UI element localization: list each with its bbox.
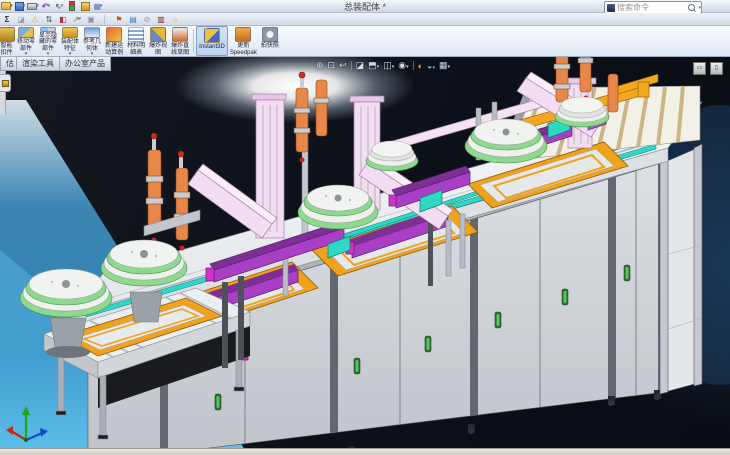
search-scope-icon[interactable] — [607, 4, 615, 12]
solidworks-window: 总装配体 * ▾ ▾ ▾ ↶▾ ⇖▾ ▦▾ 搜索命令 ▾ Σ ◪ ⚠ ⇅ ◧ ↗… — [0, 0, 730, 455]
quick-access-toolbar: ▾ ▾ ▾ ↶▾ ⇖▾ ▦▾ — [0, 1, 104, 12]
save-icon[interactable]: ▾ — [14, 1, 26, 12]
apply-scene-icon[interactable]: ◒▾ — [427, 61, 435, 71]
explode-line-sketch-icon — [172, 27, 188, 42]
search-magnifier-icon[interactable] — [688, 4, 695, 11]
status-bar — [0, 448, 730, 455]
graphics-viewport[interactable]: 估 渲染工具 办公室产品 ⊕ ⊡ ↩ ◪ ⬒▾ ◫▾ ◉▾ ◐ ◒▾ ▦▾ ▭ … — [0, 57, 730, 455]
ribbon-button-bill-of-materials[interactable]: 材料明 细表▾ — [125, 26, 147, 56]
ribbon-button-explode-line-sketch[interactable]: 爆炸直 线草图▾ — [169, 26, 191, 56]
ribbon-button-assembly-features[interactable]: 装配体 特征▾ — [59, 26, 81, 56]
export-share-icon[interactable]: ↗▾ — [71, 14, 83, 25]
zoom-to-fit-icon[interactable]: ⊕ — [316, 60, 324, 71]
instant3d-icon — [204, 28, 220, 43]
search-dropdown-arrow[interactable]: ▾ — [698, 5, 701, 11]
ribbon-button-reference-geometry[interactable]: 参考几 何体▾ — [81, 26, 103, 56]
screen-capture-icon[interactable]: ▣ — [85, 14, 97, 25]
ribbon-button-instant3d[interactable]: Instant3D▾ — [196, 26, 228, 56]
take-snapshot-icon — [262, 27, 278, 42]
ribbon-button-new-motion-study[interactable]: 新建运 动算例▾ — [103, 26, 125, 56]
yellow-bracket — [638, 82, 649, 97]
command-manager-tabs: 估 渲染工具 办公室产品 — [0, 57, 110, 71]
exploded-view-icon — [150, 27, 166, 42]
zoom-to-area-icon[interactable]: ⊡ — [328, 60, 336, 71]
tab-office-products[interactable]: 办公室产品 — [59, 57, 111, 71]
section-view-icon[interactable]: ◪ — [356, 60, 365, 71]
ribbon-button-exploded-view[interactable]: 爆炸视 图▾ — [147, 26, 169, 56]
3d-assembly-scene[interactable] — [0, 57, 730, 455]
new-motion-study-icon — [106, 27, 122, 42]
measure-icon[interactable]: ◪ — [15, 14, 27, 25]
interference-detection-icon[interactable]: ⚠ — [29, 14, 41, 25]
open-document-icon[interactable]: ▾ — [1, 1, 13, 12]
toolbar-separator: │ — [99, 14, 111, 25]
search-placeholder: 搜索命令 — [617, 2, 688, 13]
tab-render-tools[interactable]: 渲染工具 — [16, 57, 60, 71]
bowl-feeder-b-white — [366, 141, 418, 171]
tools-toolbar: Σ ◪ ⚠ ⇅ ◧ ↗▾ ▣ │ ⚑ ▤ ⊘ ▥ ☼ — [0, 13, 730, 26]
viewport-pane-buttons: ▭ ▯ — [693, 62, 723, 75]
tab-evaluate[interactable]: 估 — [0, 57, 17, 71]
edit-appearance-icon[interactable]: ◐ — [418, 61, 423, 71]
view-settings-icon[interactable]: ▦▾ — [439, 60, 450, 71]
restore-pane-button[interactable]: ▭ — [693, 62, 706, 75]
ribbon-button-move-component[interactable]: 移动零 部件▾ — [15, 26, 37, 56]
mass-properties-icon[interactable]: ⇅ — [43, 14, 55, 25]
title-bar: 总装配体 * ▾ ▾ ▾ ↶▾ ⇖▾ ▦▾ 搜索命令 ▾ — [0, 0, 730, 13]
equations-icon[interactable]: Σ — [1, 14, 13, 25]
photoview-icon[interactable]: ▤ — [127, 14, 139, 25]
ribbon-button-take-snapshot[interactable]: 拍快照▾ — [259, 26, 281, 56]
ribbon-button-smart-fasteners[interactable]: 智能 扣件▾ — [0, 26, 15, 56]
undo-icon[interactable]: ↶▾ — [40, 1, 52, 12]
select-cursor-icon[interactable]: ⇖▾ — [53, 1, 65, 12]
motion-manager-icon[interactable]: ⚑ — [113, 14, 125, 25]
update-speedpak-icon — [235, 27, 251, 42]
appearance-layers-icon[interactable]: ▥ — [155, 14, 167, 25]
previous-view-icon[interactable]: ↩ — [339, 60, 347, 71]
assembly-features-icon — [62, 27, 78, 38]
file-properties-icon[interactable] — [79, 1, 91, 12]
expand-pane-button[interactable]: ▯ — [710, 62, 723, 75]
move-component-icon — [18, 27, 34, 38]
ribbon-button-update-speedpak[interactable]: 更新 Speedpak▾ — [228, 26, 259, 56]
command-manager-ribbon: 智能 扣件▾ 移动零 部件▾ 显示隐 藏的零 部件▾ 装配体 特征▾ 参考几 何… — [0, 26, 730, 57]
show-hidden-components-icon — [40, 27, 56, 32]
smart-fasteners-icon — [0, 27, 15, 42]
reference-geometry-icon — [84, 27, 100, 38]
station-a-cylinders — [144, 133, 200, 251]
rebuild-icon[interactable] — [66, 1, 78, 12]
feature-manager-tab[interactable] — [0, 74, 11, 92]
view-orientation-icon[interactable]: ⬒▾ — [368, 60, 379, 71]
ribbon-separator — [193, 29, 194, 53]
no-render-preview-icon[interactable]: ⊘ — [141, 14, 153, 25]
ribbon-button-show-hidden-components[interactable]: 显示隐 藏的零 部件▾ — [37, 26, 59, 56]
assembly-icon — [2, 80, 9, 87]
render-options-icon[interactable]: ☼ — [169, 14, 181, 25]
hide-show-items-icon[interactable]: ◉▾ — [398, 60, 408, 71]
bill-of-materials-icon — [128, 27, 144, 42]
bowl-feeder-c-white — [555, 97, 609, 127]
display-style-icon[interactable]: ◫▾ — [383, 60, 394, 71]
window-layout-icon[interactable]: ▦▾ — [92, 1, 104, 12]
heads-up-view-toolbar: ⊕ ⊡ ↩ ◪ ⬒▾ ◫▾ ◉▾ ◐ ◒▾ ▦▾ — [316, 60, 450, 71]
print-icon[interactable]: ▾ — [27, 1, 39, 12]
deviation-analysis-icon[interactable]: ◧ — [57, 14, 69, 25]
